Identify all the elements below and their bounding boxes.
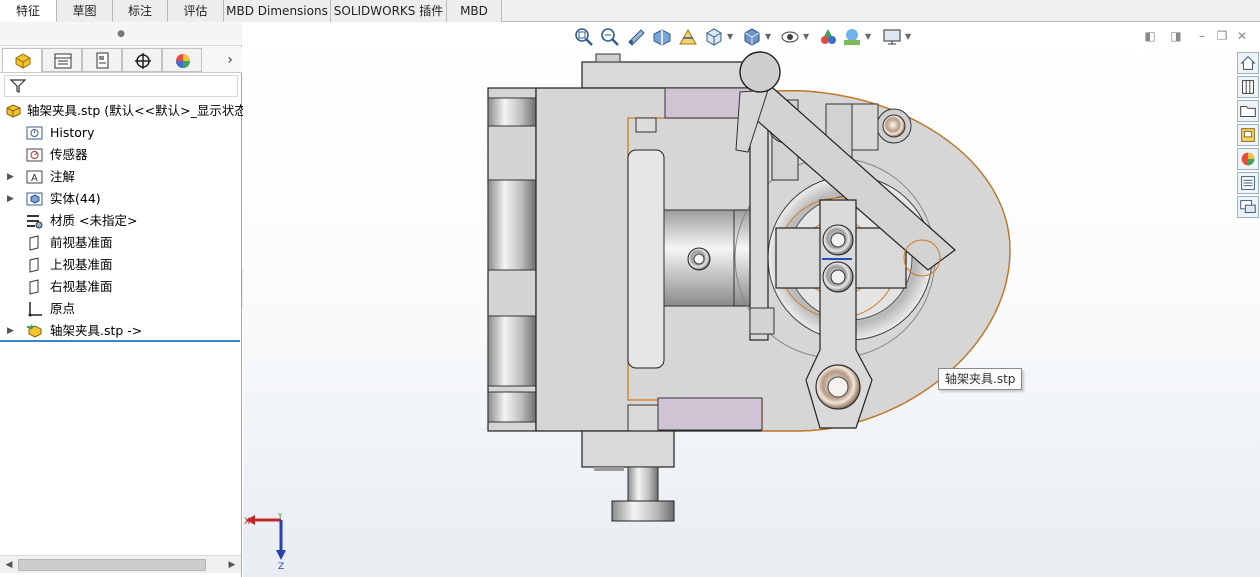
model-tooltip: 轴架夹具.stp <box>938 368 1023 390</box>
plane-icon <box>29 235 39 251</box>
origin-icon <box>28 302 42 317</box>
tree-item-front-plane[interactable]: 前视基准面 <box>0 232 240 254</box>
tab-configurationmanager[interactable] <box>82 48 122 72</box>
rollback-bar[interactable] <box>0 340 240 342</box>
tab-mbd-dimensions[interactable]: MBD Dimensions <box>224 0 331 22</box>
horizontal-scrollbar[interactable]: ◀ ▶ <box>0 555 241 573</box>
tree-item-solid-bodies[interactable]: ▶ 实体(44) <box>0 188 240 210</box>
history-icon <box>26 126 43 140</box>
tab-displaymanager[interactable] <box>162 48 202 72</box>
triad-y-label: Y <box>277 512 283 520</box>
reference-triad: X Z Y <box>244 512 286 570</box>
tab-sketch[interactable]: 草图 <box>57 0 113 22</box>
tree-item-material[interactable]: 材质 <未指定> <box>0 210 240 232</box>
tree-root-part[interactable]: 轴架夹具.stp (默认<<默认>_显示状态 <box>0 100 247 122</box>
tree-item-top-plane[interactable]: 上视基准面 <box>0 254 240 276</box>
manager-tabs: › <box>0 47 242 73</box>
tree-item-label: 注解 <box>50 169 76 184</box>
plane-icon <box>29 257 39 273</box>
dimxpert-icon <box>135 53 151 69</box>
tab-markup[interactable]: 标注 <box>113 0 168 22</box>
tree-item-sensors[interactable]: 传感器 <box>0 144 240 166</box>
tab-evaluate[interactable]: 评估 <box>168 0 224 22</box>
display-manager-icon <box>176 54 190 68</box>
sensor-icon <box>26 148 43 162</box>
tree-item-origin[interactable]: 原点 <box>0 298 240 320</box>
feature-tree-icon <box>15 53 31 69</box>
tree-item-label: 实体(44) <box>50 191 101 206</box>
appearances-icon[interactable] <box>1237 148 1259 170</box>
tree-item-imported-feature[interactable]: ▶ 轴架夹具.stp -> <box>0 320 240 342</box>
svg-text:A: A <box>31 173 38 184</box>
plane-icon <box>29 279 39 295</box>
filter-icon <box>9 79 27 93</box>
tree-item-label: History <box>50 125 95 140</box>
custom-properties-icon[interactable] <box>1237 172 1259 194</box>
tree-item-label: 前视基准面 <box>50 235 113 250</box>
expand-arrow-icon[interactable]: ▶ <box>7 188 17 210</box>
material-icon <box>27 215 43 229</box>
command-manager-tabs: 特征 草图 标注 评估 MBD Dimensions SOLIDWORKS 插件… <box>0 0 1260 23</box>
tree-item-label: 传感器 <box>50 147 88 162</box>
tab-dimxpertmanager[interactable] <box>122 48 162 72</box>
tree-item-label: 轴架夹具.stp -> <box>50 323 143 338</box>
tab-featuremanager[interactable] <box>2 48 42 72</box>
home-icon[interactable] <box>1237 52 1259 74</box>
scroll-left-icon[interactable]: ◀ <box>3 558 15 572</box>
cad-model-view[interactable] <box>243 22 1260 577</box>
imported-feature-icon <box>27 324 42 338</box>
tree-item-label: 原点 <box>50 301 76 316</box>
solid-bodies-icon <box>26 192 43 206</box>
file-explorer-icon[interactable] <box>1237 100 1259 122</box>
configuration-manager-icon <box>96 52 109 69</box>
scroll-right-icon[interactable]: ▶ <box>226 558 238 572</box>
property-manager-icon <box>54 53 72 69</box>
task-pane-tabs <box>1237 52 1260 220</box>
panel-drag-handle[interactable]: ● <box>0 22 242 46</box>
feature-filter[interactable] <box>4 75 238 97</box>
expand-arrow-icon[interactable]: ▶ <box>7 320 17 342</box>
annotation-icon: A <box>26 170 43 184</box>
tree-item-label: 右视基准面 <box>50 279 113 294</box>
tab-features[interactable]: 特征 <box>0 0 57 23</box>
expand-arrow-icon[interactable]: ▶ <box>7 166 17 188</box>
tree-item-label: 上视基准面 <box>50 257 113 272</box>
tree-item-history[interactable]: History <box>0 122 240 144</box>
tab-solidworks-addins[interactable]: SOLIDWORKS 插件 <box>331 0 447 22</box>
tree-root-label: 轴架夹具.stp (默认<<默认>_显示状态 <box>27 103 247 118</box>
graphics-area[interactable]: ▼ ▼ ▼ ▼ ▼ ◧ ◨ – ❐ ✕ 轴架夹具.stp X Z Y <box>243 22 1260 577</box>
tree-item-right-plane[interactable]: 右视基准面 <box>0 276 240 298</box>
part-icon <box>6 104 21 118</box>
tree-item-label: 材质 <未指定> <box>50 213 138 228</box>
chevron-right-icon[interactable]: › <box>222 50 238 70</box>
tab-propertymanager[interactable] <box>42 48 82 72</box>
tree-item-annotations[interactable]: ▶ A 注解 <box>0 166 240 188</box>
triad-z-label: Z <box>278 562 284 570</box>
triad-x-label: X <box>244 517 250 527</box>
feature-manager-panel: ● › 轴架夹具.stp (默认<<默认>_显示状态 History 传感器 ▶… <box>0 22 247 577</box>
forum-icon[interactable] <box>1237 196 1259 218</box>
scroll-thumb[interactable] <box>18 559 206 571</box>
view-palette-icon[interactable] <box>1237 124 1259 146</box>
tab-mbd[interactable]: MBD <box>447 0 502 22</box>
design-library-icon[interactable] <box>1237 76 1259 98</box>
